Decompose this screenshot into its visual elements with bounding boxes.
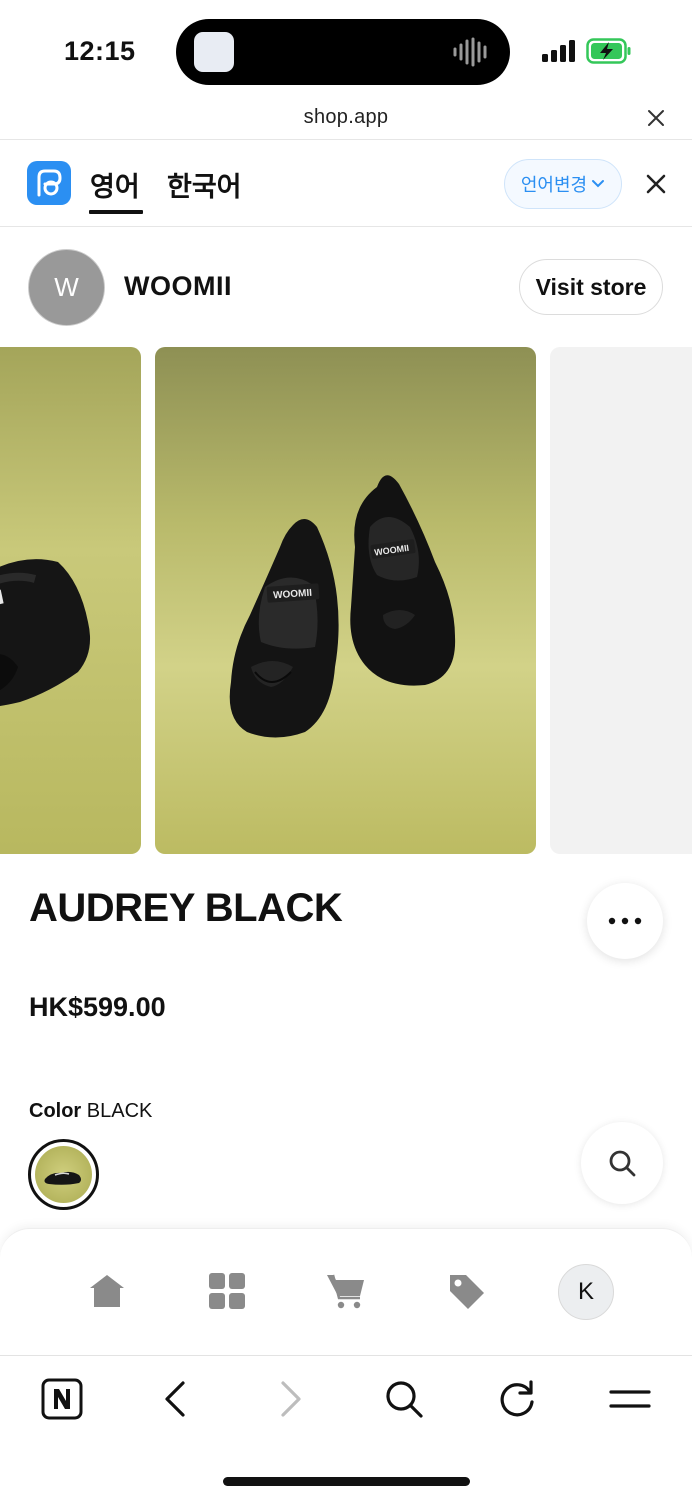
browser-toolbar <box>0 1355 692 1500</box>
shoe-illustration <box>0 559 90 707</box>
tab-korean[interactable]: 한국어 <box>167 165 242 204</box>
visual-search-button[interactable] <box>581 1122 663 1204</box>
swatch-thumbnail <box>35 1146 92 1203</box>
papago-logo-icon <box>27 161 71 205</box>
color-selection-label: Color BLACK <box>29 1100 152 1123</box>
home-indicator <box>223 1477 470 1486</box>
translate-bar: 영어 한국어 언어변경 <box>0 141 692 227</box>
tag-icon[interactable] <box>446 1271 486 1311</box>
tab-english[interactable]: 영어 <box>90 165 140 204</box>
close-translate-icon[interactable] <box>645 173 667 195</box>
dynamic-island <box>176 19 510 85</box>
shop-bottom-nav: K <box>0 1228 692 1355</box>
color-swatch-black[interactable] <box>28 1139 99 1210</box>
url-text[interactable]: shop.app <box>0 106 692 129</box>
audio-wave-icon <box>453 37 487 67</box>
product-title: AUDREY BLACK <box>29 886 343 930</box>
change-language-label: 언어변경 <box>520 175 588 195</box>
store-name[interactable]: WOOMII <box>124 271 232 302</box>
active-tab-indicator <box>89 210 143 214</box>
store-avatar[interactable]: W <box>28 249 105 326</box>
product-image-carousel[interactable]: WOOMII WOOMII <box>0 347 692 854</box>
more-horizontal-icon <box>608 917 642 925</box>
visit-store-button[interactable]: Visit store <box>519 259 663 315</box>
menu-icon[interactable] <box>609 1378 651 1420</box>
naver-icon[interactable] <box>41 1378 83 1420</box>
cellular-signal-icon <box>542 40 575 62</box>
product-image-previous[interactable] <box>0 347 141 854</box>
forward-icon[interactable] <box>269 1378 311 1420</box>
battery-charging-icon <box>586 38 631 64</box>
shoe-pair-illustration: WOOMII WOOMII <box>229 475 456 738</box>
url-bar: shop.app <box>0 100 692 140</box>
more-options-button[interactable] <box>587 883 663 959</box>
status-bar: 12:15 <box>0 0 692 100</box>
cart-icon[interactable] <box>326 1271 366 1311</box>
product-image-next[interactable] <box>550 347 692 854</box>
search-icon[interactable] <box>383 1378 425 1420</box>
color-value: BLACK <box>86 1100 153 1122</box>
categories-icon[interactable] <box>207 1271 247 1311</box>
back-icon[interactable] <box>155 1378 197 1420</box>
home-icon[interactable] <box>87 1271 127 1311</box>
reload-icon[interactable] <box>496 1378 538 1420</box>
product-price: HK$599.00 <box>29 992 166 1022</box>
island-app-icon <box>194 32 234 72</box>
status-time: 12:15 <box>64 36 136 66</box>
change-language-button[interactable]: 언어변경 <box>504 159 622 209</box>
product-image-main[interactable]: WOOMII WOOMII <box>155 347 536 854</box>
shoe-thumbnail-icon <box>44 1171 81 1185</box>
profile-avatar[interactable]: K <box>558 1264 614 1320</box>
chevron-down-icon <box>592 180 605 188</box>
close-icon[interactable] <box>646 108 666 128</box>
color-label: Color <box>29 1100 82 1122</box>
search-icon <box>609 1150 636 1177</box>
